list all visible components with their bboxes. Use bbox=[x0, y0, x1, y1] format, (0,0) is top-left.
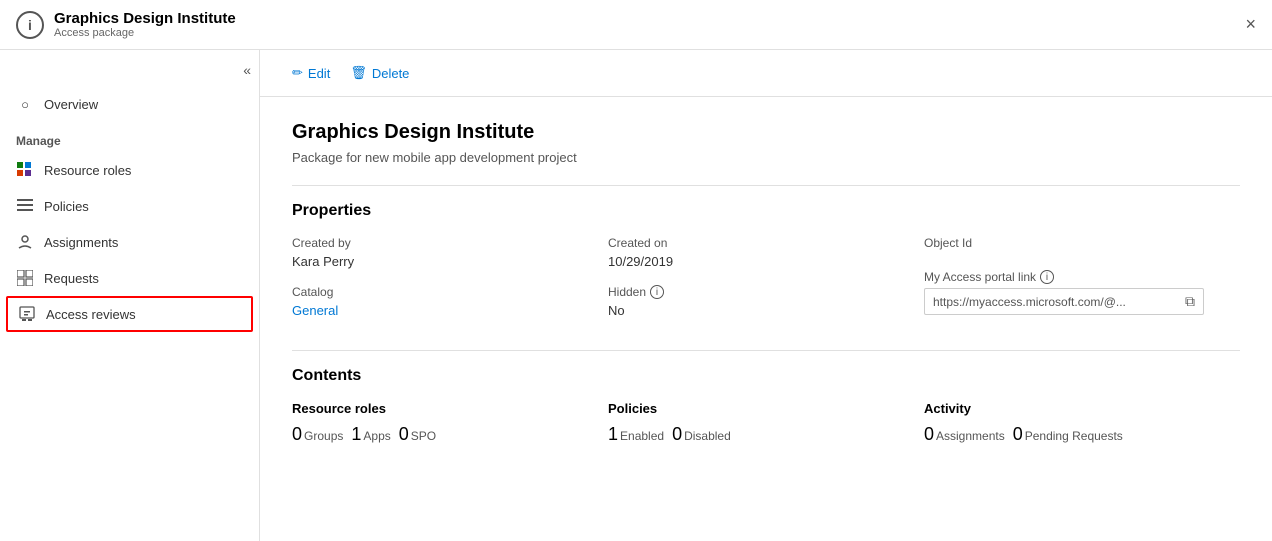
sidebar-item-policies-label: Policies bbox=[44, 199, 89, 214]
sidebar-item-assignments[interactable]: Assignments bbox=[0, 224, 259, 260]
portal-link-input: https://myaccess.microsoft.com/@... ⧉ bbox=[924, 288, 1204, 315]
groups-count: 0 bbox=[292, 424, 302, 445]
sidebar-item-overview[interactable]: ○ Overview bbox=[0, 86, 259, 122]
catalog-group: Catalog General bbox=[292, 285, 608, 318]
sidebar-item-requests[interactable]: Requests bbox=[0, 260, 259, 296]
created-on-label: Created on bbox=[608, 236, 924, 250]
sidebar-item-policies[interactable]: Policies bbox=[0, 188, 259, 224]
sidebar-item-assignments-label: Assignments bbox=[44, 235, 118, 250]
resource-roles-values: 0 Groups 1 Apps 0 SPO bbox=[292, 424, 608, 445]
page-title: Graphics Design Institute bbox=[292, 121, 1240, 144]
created-by-value: Kara Perry bbox=[292, 254, 608, 269]
access-reviews-icon bbox=[18, 305, 36, 323]
edit-icon: ✏ bbox=[292, 65, 303, 81]
created-on-value: 10/29/2019 bbox=[608, 254, 924, 269]
delete-button[interactable]: 🗑 Delete bbox=[342, 60, 417, 86]
title-bar: i Graphics Design Institute Access packa… bbox=[0, 0, 1272, 50]
catalog-label: Catalog bbox=[292, 285, 608, 299]
resource-roles-content: Resource roles 0 Groups 1 Apps 0 SPO bbox=[292, 401, 608, 445]
divider-2 bbox=[292, 350, 1240, 351]
hidden-group: Hidden i No bbox=[608, 285, 924, 318]
properties-section-title: Properties bbox=[292, 202, 1240, 220]
my-access-info-icon[interactable]: i bbox=[1040, 270, 1054, 284]
spo-count: 0 bbox=[399, 424, 409, 445]
sidebar-item-access-reviews[interactable]: Access reviews bbox=[6, 296, 253, 332]
sidebar-item-resource-roles-label: Resource roles bbox=[44, 163, 131, 178]
assignments-count: 0 bbox=[924, 424, 934, 445]
object-id-label: Object Id bbox=[924, 236, 1240, 250]
overview-icon: ○ bbox=[16, 95, 34, 113]
policies-values: 1 Enabled 0 Disabled bbox=[608, 424, 924, 445]
main-content: Graphics Design Institute Package for ne… bbox=[260, 97, 1272, 541]
disabled-count: 0 bbox=[672, 424, 682, 445]
delete-icon: 🗑 bbox=[350, 65, 367, 81]
hidden-label: Hidden i bbox=[608, 285, 924, 299]
close-button[interactable]: × bbox=[1245, 14, 1256, 35]
activity-content-label: Activity bbox=[924, 401, 1240, 416]
my-access-group: My Access portal link i https://myaccess… bbox=[924, 270, 1240, 315]
activity-values: 0 Assignments 0 Pending Requests bbox=[924, 424, 1240, 445]
contents-grid: Resource roles 0 Groups 1 Apps 0 SPO Pol… bbox=[292, 401, 1240, 445]
apps-label: Apps bbox=[363, 429, 390, 443]
apps-count: 1 bbox=[351, 424, 361, 445]
created-by-group: Created by Kara Perry bbox=[292, 236, 608, 269]
object-id-group: Object Id bbox=[924, 236, 1240, 254]
resource-roles-content-label: Resource roles bbox=[292, 401, 608, 416]
edit-button[interactable]: ✏ Edit bbox=[284, 60, 338, 86]
created-on-group: Created on 10/29/2019 bbox=[608, 236, 924, 269]
sidebar-item-resource-roles[interactable]: Resource roles bbox=[0, 152, 259, 188]
sidebar: « ○ Overview Manage Resource roles bbox=[0, 50, 260, 541]
spo-label: SPO bbox=[411, 429, 436, 443]
created-by-label: Created by bbox=[292, 236, 608, 250]
properties-grid: Created by Kara Perry Catalog General Cr… bbox=[292, 236, 1240, 334]
edit-label: Edit bbox=[308, 66, 330, 81]
requests-icon bbox=[16, 269, 34, 287]
assignments-label: Assignments bbox=[936, 429, 1005, 443]
sidebar-item-requests-label: Requests bbox=[44, 271, 99, 286]
catalog-value[interactable]: General bbox=[292, 303, 608, 318]
enabled-label: Enabled bbox=[620, 429, 664, 443]
delete-label: Delete bbox=[372, 66, 410, 81]
app-icon: i bbox=[16, 11, 44, 39]
portal-url-text: https://myaccess.microsoft.com/@... bbox=[933, 295, 1179, 309]
window-subtitle: Access package bbox=[54, 27, 236, 39]
divider-1 bbox=[292, 185, 1240, 186]
policies-icon bbox=[16, 197, 34, 215]
assignments-icon bbox=[16, 233, 34, 251]
copy-url-button[interactable]: ⧉ bbox=[1185, 293, 1195, 310]
page-description: Package for new mobile app development p… bbox=[292, 150, 1240, 165]
disabled-label: Disabled bbox=[684, 429, 731, 443]
resource-roles-icon bbox=[16, 161, 34, 179]
activity-content: Activity 0 Assignments 0 Pending Request… bbox=[924, 401, 1240, 445]
policies-content-label: Policies bbox=[608, 401, 924, 416]
manage-section-label: Manage bbox=[0, 122, 259, 152]
enabled-count: 1 bbox=[608, 424, 618, 445]
pending-requests-count: 0 bbox=[1013, 424, 1023, 445]
sidebar-item-access-reviews-label: Access reviews bbox=[46, 307, 136, 322]
collapse-button[interactable]: « bbox=[243, 62, 251, 78]
hidden-value: No bbox=[608, 303, 924, 318]
pending-requests-label: Pending Requests bbox=[1025, 429, 1123, 443]
my-access-label: My Access portal link i bbox=[924, 270, 1240, 284]
policies-content: Policies 1 Enabled 0 Disabled bbox=[608, 401, 924, 445]
hidden-info-icon[interactable]: i bbox=[650, 285, 664, 299]
contents-section-title: Contents bbox=[292, 367, 1240, 385]
toolbar: ✏ Edit 🗑 Delete bbox=[260, 50, 1272, 97]
window-title: Graphics Design Institute bbox=[54, 10, 236, 27]
groups-label: Groups bbox=[304, 429, 343, 443]
sidebar-item-overview-label: Overview bbox=[44, 97, 98, 112]
